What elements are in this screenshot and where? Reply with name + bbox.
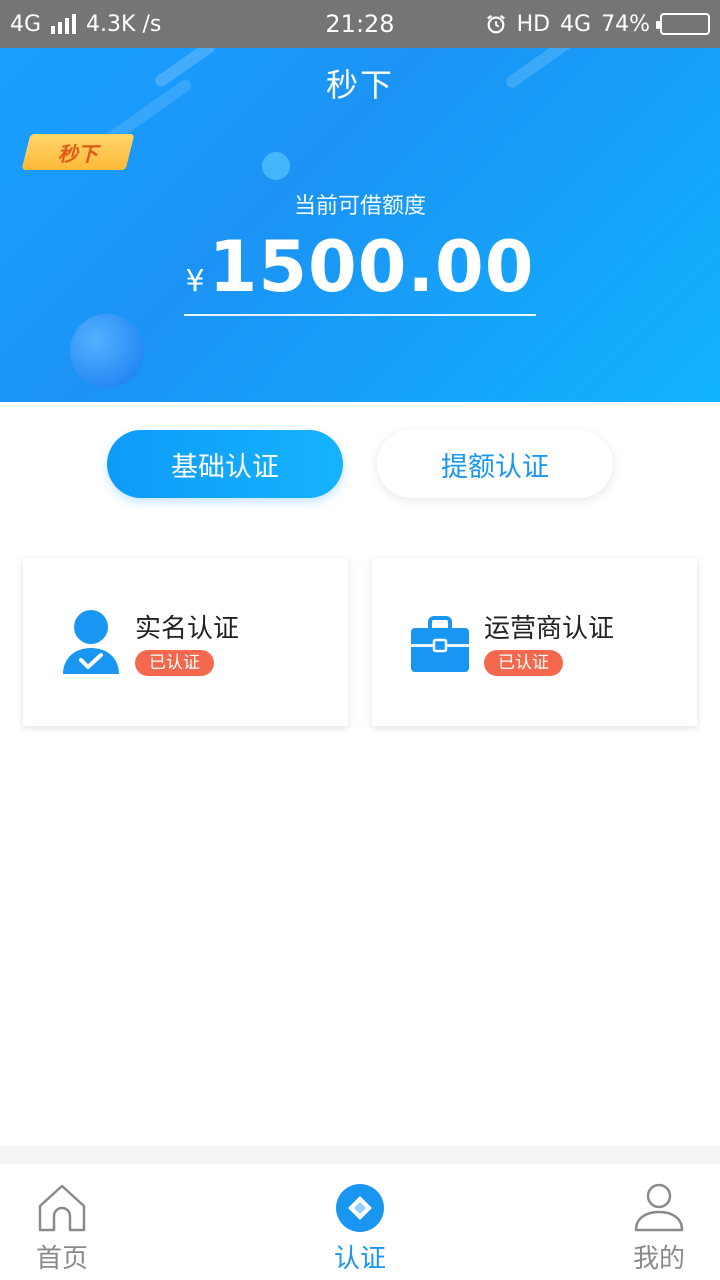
card-title: 运营商认证 (484, 614, 615, 644)
status-badge: 已认证 (135, 650, 214, 676)
credit-label: 当前可借额度 (293, 194, 426, 219)
battery-icon (656, 13, 710, 35)
tab-limit-auth[interactable]: 提额认证 (377, 430, 613, 498)
card-realname-auth[interactable]: 实名认证 已认证 (23, 558, 348, 726)
brand-tag: 秒下 (21, 134, 135, 170)
credit-amount-value: 1500.00 (208, 226, 535, 308)
battery-percent: 74% (601, 11, 650, 37)
signal-icon (51, 14, 77, 34)
bottom-separator (0, 1146, 720, 1164)
currency-symbol: ¥ (185, 264, 205, 299)
nav-auth-label: 认证 (333, 1244, 386, 1274)
status-bar: 4G 4.3K /s 21:28 HD 4G 74% (0, 0, 720, 48)
brand-tag-label: 秒下 (58, 141, 98, 166)
auth-tabs: 基础认证 提额认证 (0, 430, 720, 498)
card-carrier-auth[interactable]: 运营商认证 已认证 (372, 558, 697, 726)
person-check-icon (63, 610, 119, 674)
status-right: HD 4G 74% (485, 12, 710, 37)
nav-mine-label: 我的 (632, 1244, 685, 1274)
alarm-icon (486, 14, 505, 34)
network-type-right: 4G (560, 11, 592, 37)
hd-indicator: HD (516, 11, 551, 37)
credit-amount: ¥ 1500.00 (183, 226, 537, 316)
home-icon (38, 1184, 86, 1232)
decor-circle (70, 314, 144, 388)
nav-auth[interactable]: 认证 (300, 1164, 420, 1280)
network-type: 4G (10, 11, 42, 37)
status-badge: 已认证 (484, 650, 563, 676)
nav-mine[interactable]: 我的 (599, 1164, 719, 1280)
nav-home[interactable]: 首页 (2, 1164, 122, 1280)
bottom-nav: 首页 认证 我的 (0, 1164, 720, 1280)
network-speed: 4.3K /s (86, 11, 162, 37)
credit-amount-wrap: ¥ 1500.00 (0, 226, 720, 316)
page-title: 秒下 (325, 66, 394, 104)
nav-home-label: 首页 (35, 1244, 88, 1274)
decor-bubble (262, 152, 290, 180)
screen: 4G 4.3K /s 21:28 HD 4G 74% 秒下 秒下 当前可借额度 … (0, 0, 720, 1280)
user-icon (634, 1183, 684, 1232)
card-title: 实名认证 (135, 614, 240, 644)
diamond-badge-icon (336, 1184, 384, 1232)
briefcase-icon (411, 616, 469, 672)
header-banner: 秒下 秒下 当前可借额度 ¥ 1500.00 (0, 48, 720, 402)
tab-basic-auth[interactable]: 基础认证 (107, 430, 343, 498)
status-left: 4G 4.3K /s (10, 12, 161, 37)
